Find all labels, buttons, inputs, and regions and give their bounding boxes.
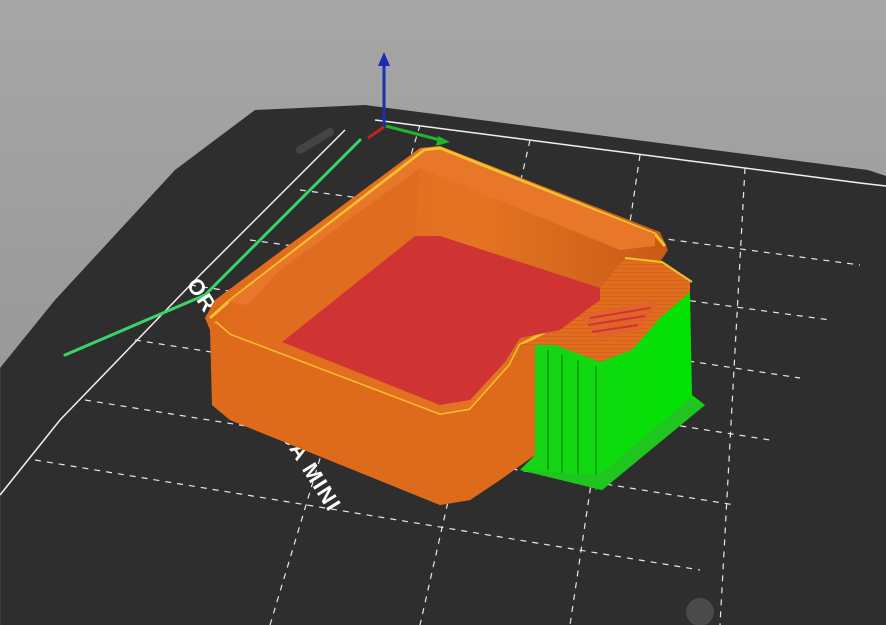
z-axis-arrow-icon <box>378 52 390 66</box>
scene-canvas[interactable]: ORIGINAL PRUSA MINI <box>0 0 886 625</box>
3d-preview-viewport[interactable]: ORIGINAL PRUSA MINI <box>0 0 886 625</box>
